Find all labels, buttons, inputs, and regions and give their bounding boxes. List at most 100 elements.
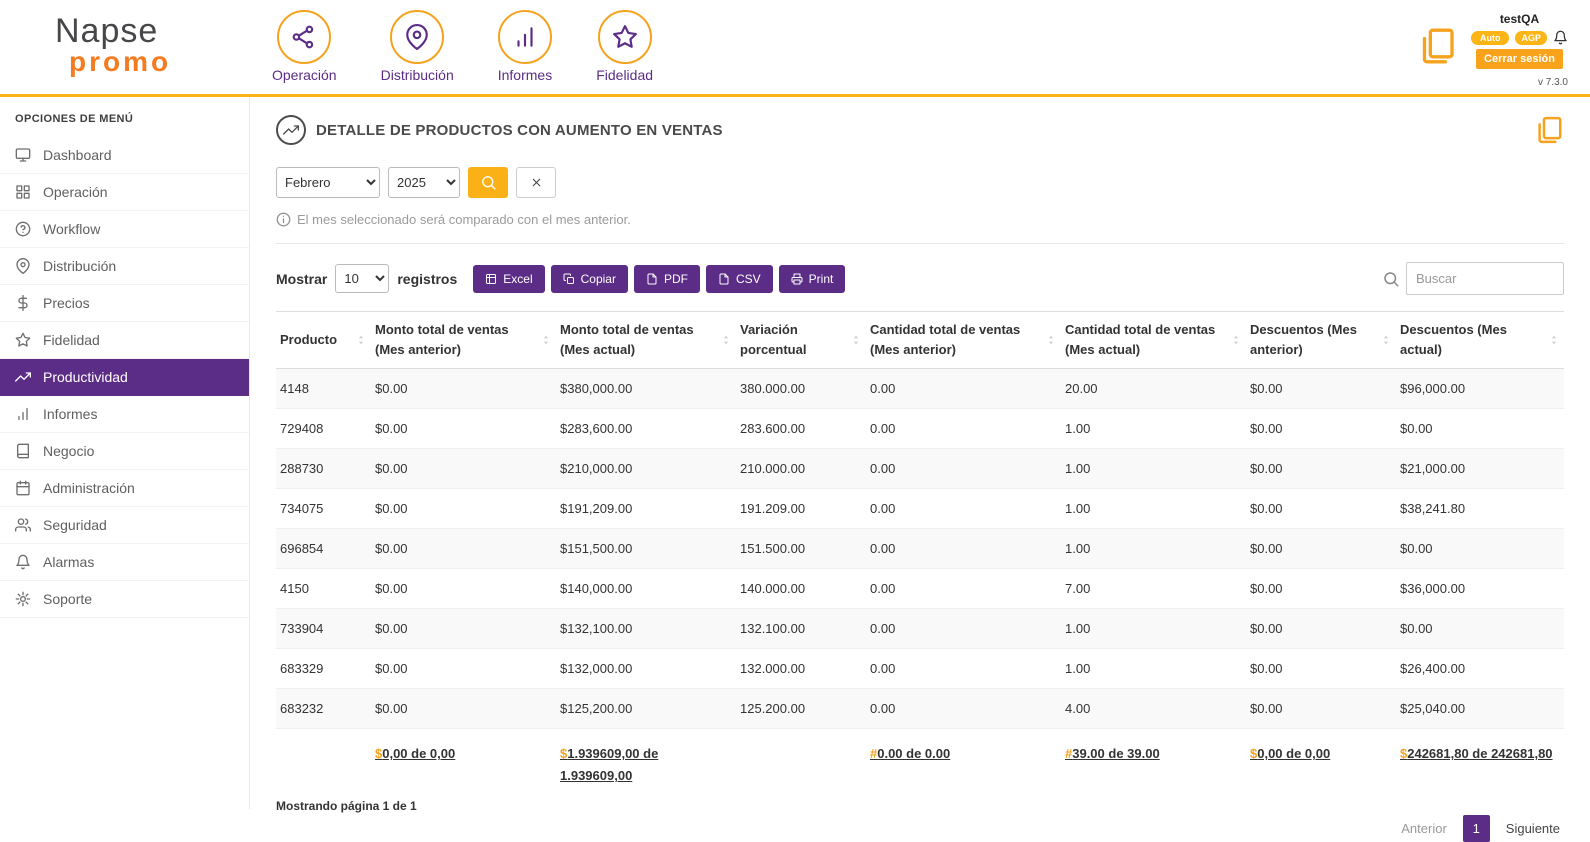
pagination-next[interactable]: Siguiente (1506, 821, 1560, 836)
version-label: v 7.3.0 (1537, 77, 1568, 88)
column-header[interactable]: Monto total de ventas (Mes actual) (556, 310, 736, 370)
top-nav-item-distribucion[interactable]: Distribución (381, 10, 454, 94)
cell: $0.00 (371, 448, 556, 490)
export-csv-button[interactable]: CSV (705, 264, 773, 293)
cell: $0.00 (1396, 528, 1564, 570)
cell: 151.500.00 (736, 528, 866, 570)
bell-icon[interactable] (1553, 30, 1568, 45)
sidebar-item-label: Soporte (43, 591, 93, 607)
total-cell[interactable]: $1.939609,00 de 1.939609,00 (556, 728, 736, 792)
divider (276, 243, 1564, 244)
year-select[interactable]: 2025 (388, 167, 460, 198)
column-header[interactable]: Cantidad total de ventas (Mes actual) (1061, 310, 1246, 370)
total-cell[interactable]: #0.00 de 0.00 (866, 728, 1061, 792)
cell: $140,000.00 (556, 568, 736, 610)
file-icon (646, 273, 658, 285)
sidebar-menu: Dashboard Operación Workflow Distribución Pr… (0, 137, 249, 618)
cell: $0.00 (1396, 408, 1564, 450)
total-cell[interactable]: #39.00 de 39.00 (1061, 728, 1246, 792)
sort-icon (851, 333, 861, 347)
month-select[interactable]: Febrero (276, 167, 380, 198)
cell: 140.000.00 (736, 568, 866, 610)
user-panel: testQA Auto AGP Cerrar sesión v 7.3.0 (1470, 4, 1572, 88)
sort-icon (1046, 333, 1056, 347)
table-row: 729408 $0.00 $283,600.00 283.600.00 0.00 1.00… (276, 408, 1564, 450)
cell: $25,040.00 (1396, 688, 1564, 730)
top-nav-item-fidelidad[interactable]: Fidelidad (596, 10, 653, 94)
logout-button[interactable]: Cerrar sesión (1476, 49, 1563, 69)
total-cell[interactable]: $0,00 de 0,00 (1246, 728, 1396, 792)
app-shell: OPCIONES DE MENÚ Dashboard Operación Workf… (0, 97, 1590, 842)
export-copiar-button[interactable]: Copiar (550, 264, 628, 293)
column-header[interactable]: Descuentos (Mes actual) (1396, 310, 1564, 370)
sidebar-item-distribucion[interactable]: Distribución (0, 248, 249, 285)
star-icon (597, 10, 652, 64)
cell: $151,500.00 (556, 528, 736, 570)
documents-icon[interactable] (1534, 115, 1564, 145)
sort-icon (541, 333, 551, 347)
cell: $191,209.00 (556, 488, 736, 530)
cell: 20.00 (1061, 368, 1246, 410)
sidebar-item-negocio[interactable]: Negocio (0, 433, 249, 470)
sidebar-item-administracion[interactable]: Administración (0, 470, 249, 507)
sidebar-item-workflow[interactable]: Workflow (0, 211, 249, 248)
cell: 4.00 (1061, 688, 1246, 730)
column-header[interactable]: Producto (276, 310, 371, 370)
cell: $125,200.00 (556, 688, 736, 730)
pagination: Anterior 1 Siguiente (276, 815, 1564, 842)
total-cell[interactable]: $242681,80 de 242681,80 (1396, 728, 1564, 792)
total-cell (736, 728, 866, 792)
cell: $21,000.00 (1396, 448, 1564, 490)
cell: 125.200.00 (736, 688, 866, 730)
header-user-area: testQA Auto AGP Cerrar sesión v 7.3.0 (1417, 0, 1590, 94)
sidebar-item-precios[interactable]: Precios (0, 285, 249, 322)
sidebar-item-informes[interactable]: Informes (0, 396, 249, 433)
sidebar-item-label: Productividad (43, 369, 128, 385)
cell: 4148 (276, 368, 371, 410)
column-header[interactable]: Descuentos (Mes anterior) (1246, 310, 1396, 370)
table-search-input[interactable] (1406, 262, 1564, 295)
sidebar-item-fidelidad[interactable]: Fidelidad (0, 322, 249, 359)
column-header[interactable]: Monto total de ventas (Mes anterior) (371, 310, 556, 370)
sidebar-item-operacion[interactable]: Operación (0, 174, 249, 211)
export-excel-button[interactable]: Excel (473, 264, 545, 293)
cell: 1.00 (1061, 488, 1246, 530)
total-link: $1.939609,00 de 1.939609,00 (560, 746, 659, 784)
cell: $0.00 (1246, 408, 1396, 450)
documents-icon[interactable] (1417, 26, 1457, 66)
cell: $0.00 (1246, 648, 1396, 690)
top-nav-item-informes[interactable]: Informes (498, 10, 552, 94)
page-size-select[interactable]: 10 (335, 264, 390, 293)
table-row: 683329 $0.00 $132,000.00 132.000.00 0.00 1.00… (276, 648, 1564, 690)
cell: 1.00 (1061, 448, 1246, 490)
clear-filter-button[interactable] (516, 167, 556, 198)
pagination-page-1[interactable]: 1 (1462, 815, 1490, 842)
export-pdf-button[interactable]: PDF (633, 264, 700, 293)
cell: 0.00 (866, 568, 1061, 610)
total-cell[interactable]: $0,00 de 0,00 (371, 728, 556, 792)
table-row: 4148 $0.00 $380,000.00 380.000.00 0.00 20.00 $… (276, 368, 1564, 410)
cell: $0.00 (371, 368, 556, 410)
top-nav-item-operacion[interactable]: Operación (272, 10, 337, 94)
sidebar-item-label: Dashboard (43, 147, 112, 163)
sidebar-item-label: Alarmas (43, 554, 95, 570)
brand-logo[interactable]: Napse promo (0, 0, 250, 94)
sidebar-item-soporte[interactable]: Soporte (0, 581, 249, 618)
table-controls: Mostrar 10 registros Excel Copiar PDF CSV Pr… (276, 262, 1564, 295)
search-button[interactable] (468, 167, 508, 198)
copy-icon (563, 273, 575, 285)
sidebar-item-alarmas[interactable]: Alarmas (0, 544, 249, 581)
sidebar-item-seguridad[interactable]: Seguridad (0, 507, 249, 544)
table-search (1382, 262, 1564, 295)
column-header[interactable]: Variación porcentual (736, 310, 866, 370)
user-badge: Auto (1470, 30, 1510, 45)
sidebar-item-dashboard[interactable]: Dashboard (0, 137, 249, 174)
sidebar-item-label: Seguridad (43, 517, 107, 533)
pagination-previous[interactable]: Anterior (1401, 821, 1447, 836)
sidebar-item-productividad[interactable]: Productividad (0, 359, 249, 396)
column-header[interactable]: Cantidad total de ventas (Mes anterior) (866, 310, 1061, 370)
table-row: 4150 $0.00 $140,000.00 140.000.00 0.00 7.00 $0… (276, 568, 1564, 610)
export-print-button[interactable]: Print (778, 264, 846, 293)
cell: $26,400.00 (1396, 648, 1564, 690)
top-nav-label: Informes (497, 67, 553, 83)
